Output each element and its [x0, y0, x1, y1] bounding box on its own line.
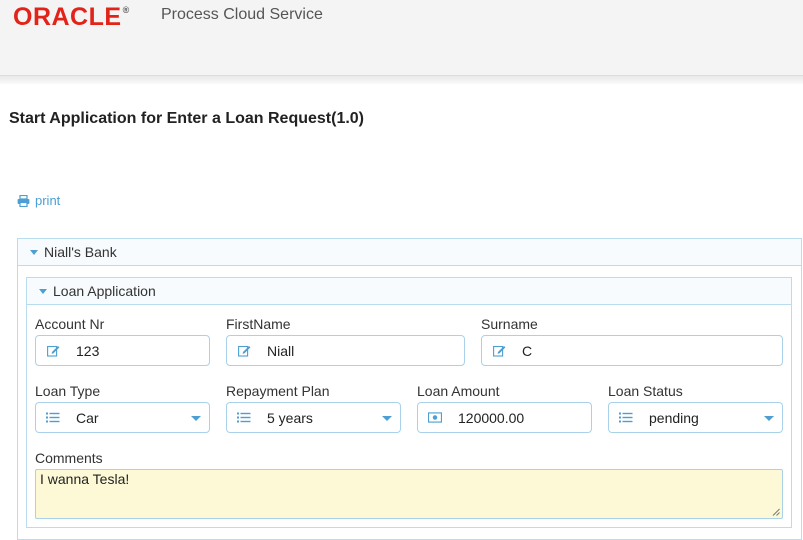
chevron-down-icon	[382, 416, 392, 421]
printer-icon	[17, 194, 30, 207]
loan-type-select[interactable]: Car	[35, 402, 210, 433]
loan-type-value: Car	[76, 409, 99, 426]
registered-mark: ®	[122, 5, 130, 15]
comments-value: I wanna Tesla!	[40, 471, 130, 487]
collapse-triangle-icon	[39, 288, 47, 294]
resize-grip-icon[interactable]	[772, 508, 780, 516]
header-divider	[0, 76, 803, 84]
surname-label: Surname	[481, 316, 538, 332]
section-title: Niall's Bank	[44, 244, 117, 260]
comments-label: Comments	[35, 450, 103, 466]
list-icon	[46, 412, 60, 424]
repayment-plan-select[interactable]: 5 years	[226, 402, 401, 433]
product-name: Process Cloud Service	[161, 6, 323, 23]
edit-icon	[46, 345, 60, 357]
edit-icon	[492, 345, 506, 357]
loan-type-label: Loan Type	[35, 383, 101, 399]
account-nr-label: Account Nr	[35, 316, 105, 332]
list-icon	[619, 412, 633, 424]
first-name-label: FirstName	[226, 316, 291, 332]
loan-amount-input[interactable]: 120000.00	[417, 402, 592, 433]
first-name-value: Niall	[267, 342, 295, 359]
page-title: Start Application for Enter a Loan Reque…	[9, 110, 365, 127]
first-name-input[interactable]: Niall	[226, 335, 465, 366]
loan-amount-value: 120000.00	[458, 409, 525, 426]
edit-icon	[237, 345, 251, 357]
loan-amount-label: Loan Amount	[417, 383, 500, 399]
oracle-logo: ORACLE®	[13, 3, 130, 32]
niall-bank-header[interactable]: Niall's Bank	[18, 239, 801, 266]
repayment-plan-value: 5 years	[267, 409, 313, 426]
section-title: Loan Application	[53, 283, 156, 299]
chevron-down-icon	[191, 416, 201, 421]
loan-application-header[interactable]: Loan Application	[27, 278, 791, 305]
logo-text: ORACLE	[13, 3, 122, 31]
surname-value: C	[522, 342, 533, 359]
print-link[interactable]: print	[17, 193, 60, 208]
surname-input[interactable]: C	[481, 335, 783, 366]
collapse-triangle-icon	[30, 249, 38, 255]
app-header: ORACLE® Process Cloud Service	[0, 0, 803, 76]
loan-status-label: Loan Status	[608, 383, 683, 399]
list-icon	[237, 412, 251, 424]
money-icon	[428, 412, 442, 424]
account-nr-input[interactable]: 123	[35, 335, 210, 366]
chevron-down-icon	[764, 416, 774, 421]
account-nr-value: 123	[76, 342, 100, 359]
loan-status-value: pending	[649, 409, 699, 426]
repayment-plan-label: Repayment Plan	[226, 383, 330, 399]
comments-textarea[interactable]: I wanna Tesla!	[35, 469, 783, 519]
print-label: print	[35, 193, 61, 208]
loan-status-select[interactable]: pending	[608, 402, 783, 433]
